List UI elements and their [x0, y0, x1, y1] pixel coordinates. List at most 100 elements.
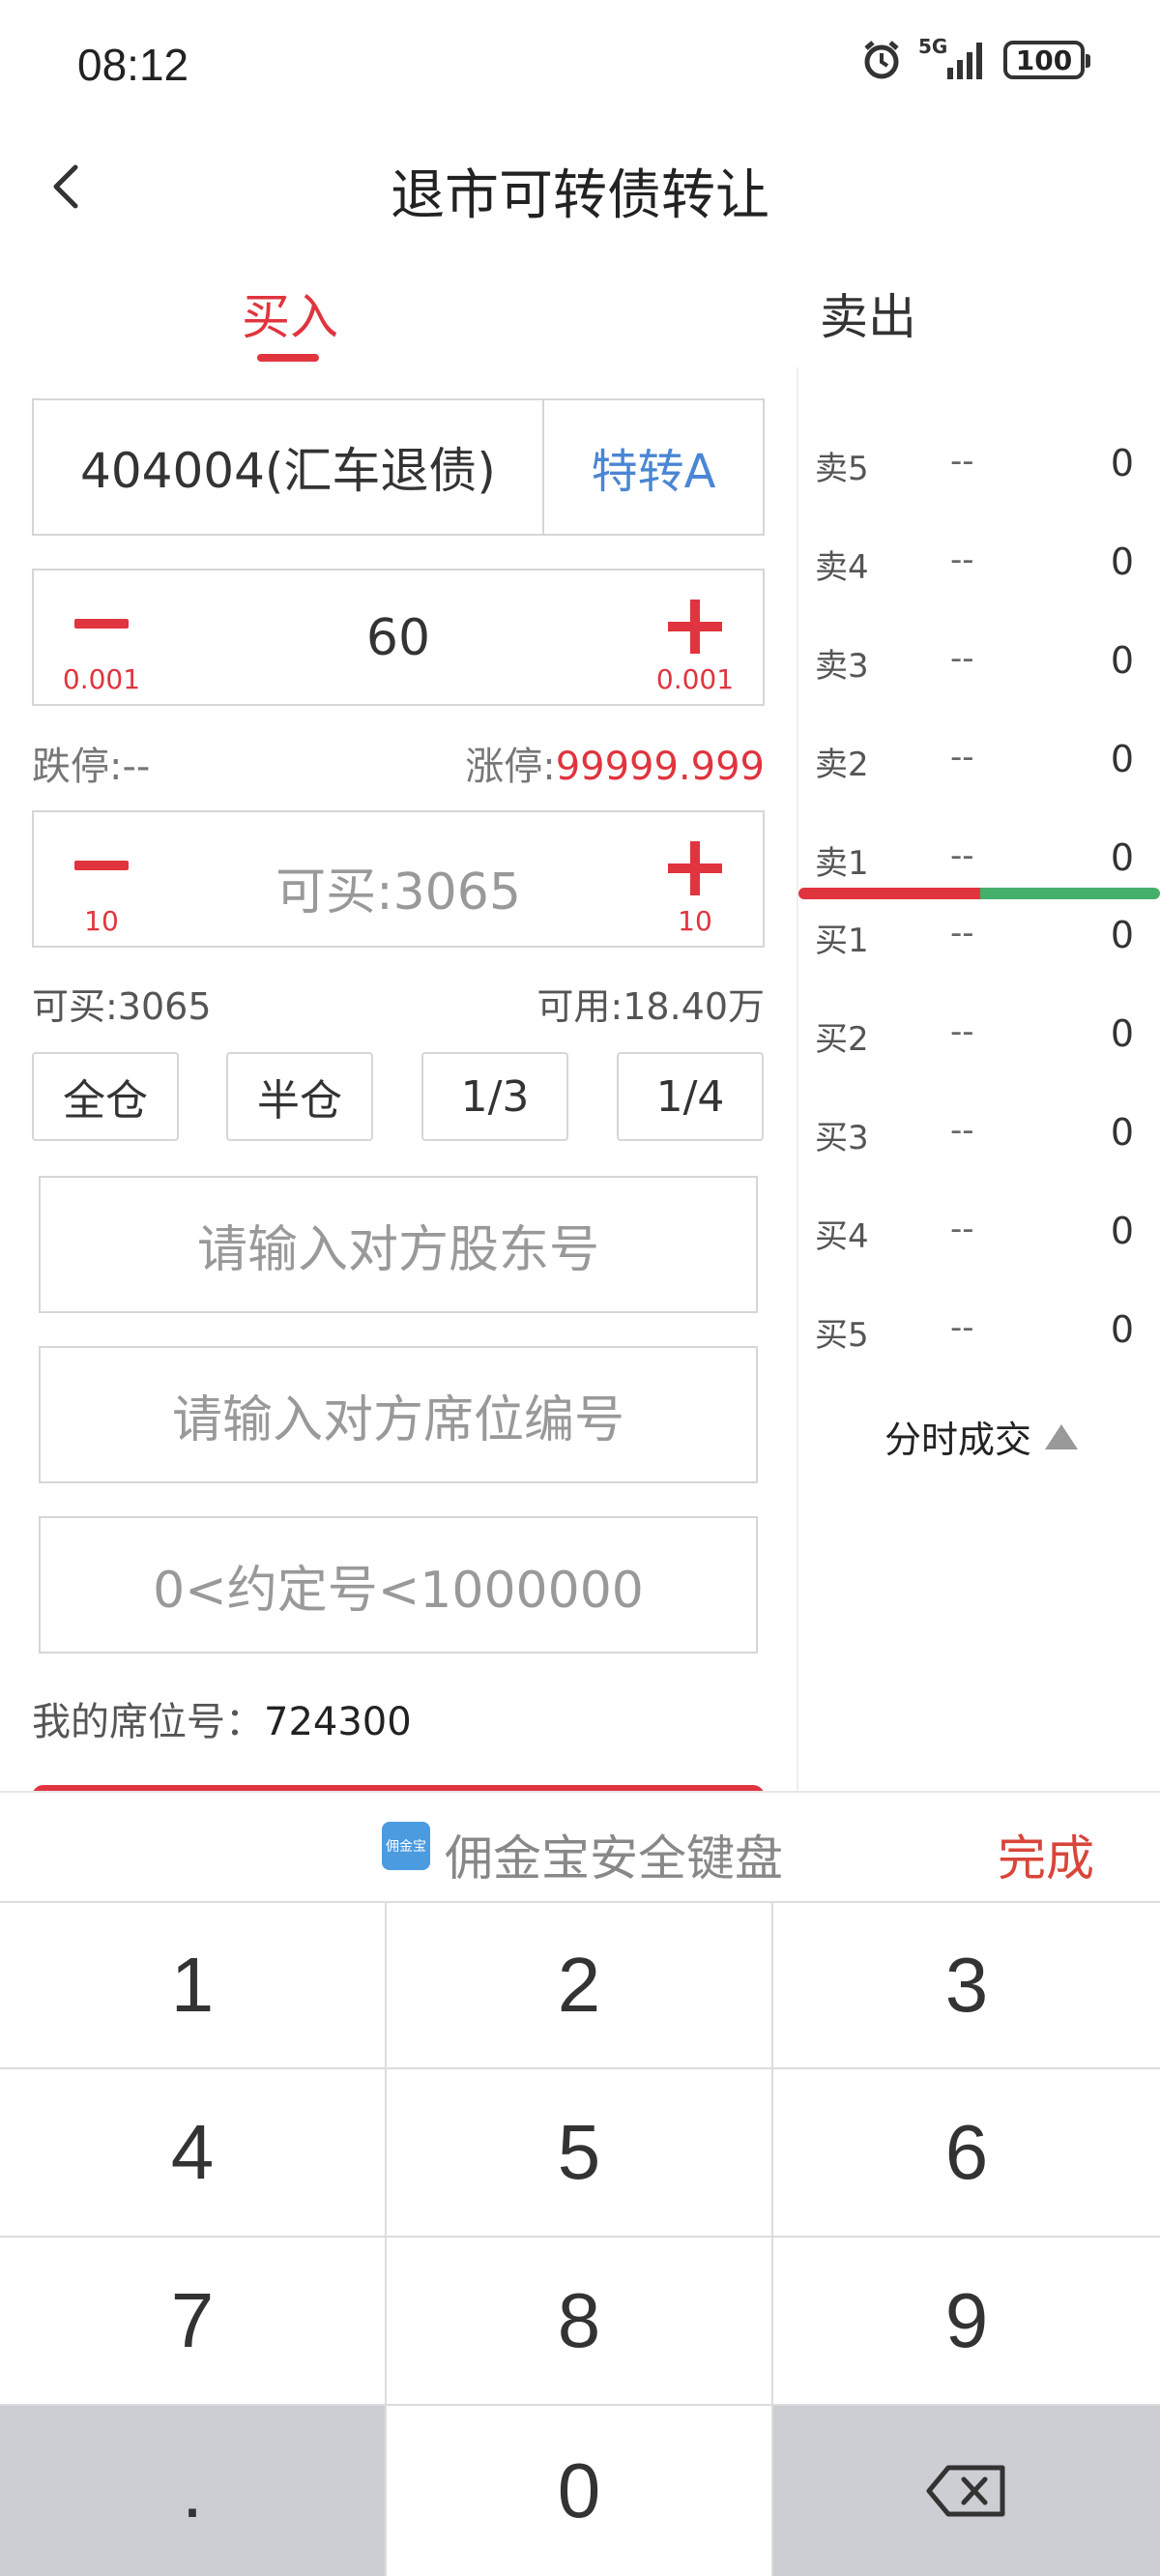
order-book-sell-ratio-bar [980, 888, 1160, 899]
order-book-price: -- [950, 738, 974, 776]
price-plus-step: 0.001 [655, 663, 735, 695]
keyboard-header: 佣金宝 佣金宝安全键盘 完成 [0, 1791, 1160, 1903]
key-2[interactable]: 2 [387, 1901, 773, 2069]
agreement-number-input[interactable]: 0<约定号<1000000 [39, 1516, 758, 1654]
tab-active-indicator [257, 354, 319, 362]
limit-up: 涨停:99999.999 [465, 735, 765, 791]
order-book-volume: 0 [1110, 442, 1134, 484]
status-time: 08:12 [77, 40, 189, 90]
limit-up-label: 涨停: [465, 745, 556, 789]
order-book-label: 买4 [815, 1217, 869, 1256]
key-5[interactable]: 5 [387, 2069, 773, 2238]
key-9[interactable]: 9 [773, 2238, 1160, 2406]
order-book-price: -- [950, 1012, 974, 1051]
key-6[interactable]: 6 [773, 2069, 1160, 2238]
order-book-sell-1: 卖1 -- 0 [815, 827, 1134, 885]
stock-type-button[interactable]: 特转A [544, 400, 763, 534]
key-8[interactable]: 8 [387, 2238, 773, 2406]
alarm-icon [864, 41, 899, 79]
order-book-volume: 0 [1110, 541, 1134, 583]
available-funds-text: 可用:18.40万 [536, 985, 765, 1028]
order-book-volume: 0 [1110, 914, 1134, 956]
order-book-label: 卖2 [815, 746, 869, 784]
order-book-buy-3: 买3 -- 0 [815, 1101, 1134, 1159]
price-stepper: 0.001 60 0.001 [32, 569, 765, 706]
order-book-price: -- [950, 442, 974, 481]
limit-down: 跌停:-- [32, 735, 150, 791]
panel-divider [797, 367, 798, 1794]
stock-name-input[interactable]: 404004(汇车退债) [34, 400, 544, 534]
order-book-volume: 0 [1110, 1308, 1134, 1351]
key-backspace[interactable] [773, 2406, 1160, 2576]
timeshare-label: 分时成交 [884, 1419, 1032, 1461]
order-book-label: 买5 [815, 1316, 869, 1355]
order-book-label: 买1 [815, 922, 869, 960]
order-book-price: -- [950, 639, 974, 678]
order-book-price: -- [950, 1308, 974, 1347]
order-book-volume: 0 [1110, 1210, 1134, 1252]
ratio-half-button[interactable]: 半仓 [226, 1052, 373, 1141]
price-minus-step: 0.001 [62, 663, 141, 695]
quantity-plus-button[interactable] [668, 841, 722, 895]
order-book-buy-5: 买5 -- 0 [815, 1299, 1134, 1357]
order-book-buy-1: 买1 -- 0 [815, 904, 1134, 962]
order-book-volume: 0 [1110, 836, 1134, 879]
order-book-label: 卖4 [815, 548, 869, 587]
order-book-volume: 0 [1110, 1012, 1134, 1055]
order-book-buy-4: 买4 -- 0 [815, 1200, 1134, 1258]
signal-indicator: 5G [918, 35, 988, 81]
key-3[interactable]: 3 [773, 1901, 1160, 2069]
limit-down-value: -- [122, 745, 151, 789]
order-book-label: 买3 [815, 1119, 869, 1157]
order-book-label: 卖1 [815, 844, 869, 883]
keyboard-done-button[interactable]: 完成 [998, 1820, 1094, 1889]
counterparty-holder-input[interactable]: 请输入对方股东号 [39, 1176, 758, 1313]
order-book-price: -- [950, 541, 974, 579]
stock-selector: 404004(汇车退债) 特转A [32, 398, 765, 536]
key-7[interactable]: 7 [0, 2238, 387, 2406]
order-book-sell-4: 卖4 -- 0 [815, 531, 1134, 589]
keyboard-logo-icon: 佣金宝 [382, 1822, 430, 1870]
price-input[interactable]: 60 [34, 609, 763, 667]
price-plus-button[interactable] [668, 600, 722, 654]
order-book-sell-3: 卖3 -- 0 [815, 629, 1134, 688]
battery-icon: 100 [1003, 41, 1090, 79]
key-4[interactable]: 4 [0, 2069, 387, 2238]
order-book-label: 买2 [815, 1020, 869, 1059]
key-decimal[interactable]: . [0, 2406, 387, 2576]
header: 退市可转债转让 [0, 140, 1160, 232]
backspace-icon [926, 2465, 1005, 2517]
order-book-volume: 0 [1110, 639, 1134, 682]
timeshare-trades-toggle[interactable]: 分时成交 [884, 1410, 1079, 1463]
tab-buy[interactable]: 买入 [242, 278, 338, 348]
my-seat-row: 我的席位号：724300 [32, 1690, 412, 1746]
ratio-third-button[interactable]: 1/3 [421, 1052, 568, 1141]
ratio-quarter-button[interactable]: 1/4 [617, 1052, 764, 1141]
numeric-keypad: 1 2 3 4 5 6 7 8 9 . 0 [0, 1901, 1160, 2576]
key-1[interactable]: 1 [0, 1901, 387, 2069]
order-book-buy-ratio-bar [798, 888, 980, 899]
quantity-plus-step: 10 [678, 905, 712, 937]
order-book-price: -- [950, 914, 974, 952]
signal-icon [947, 43, 982, 79]
triangle-up-icon [1045, 1423, 1079, 1449]
tab-sell[interactable]: 卖出 [820, 278, 916, 348]
counterparty-seat-input[interactable]: 请输入对方席位编号 [39, 1346, 758, 1483]
order-book-volume: 0 [1110, 1111, 1134, 1154]
status-bar: 08:12 5G 100 [0, 0, 1160, 140]
quantity-stepper: 10 可买:3065 10 [32, 810, 765, 948]
my-seat-label: 我的席位号： [32, 1700, 264, 1744]
order-book-volume: 0 [1110, 738, 1134, 780]
order-book-price: -- [950, 1111, 974, 1150]
keyboard-title: 佣金宝安全键盘 [445, 1830, 783, 1887]
order-book-price: -- [950, 836, 974, 875]
ratio-full-button[interactable]: 全仓 [32, 1052, 179, 1141]
status-icons: 5G 100 [860, 35, 1090, 81]
order-book-buy-2: 买2 -- 0 [815, 1003, 1134, 1061]
can-buy-text: 可买:3065 [32, 985, 212, 1028]
order-book-sell-5: 卖5 -- 0 [815, 432, 1134, 490]
limit-down-label: 跌停: [32, 745, 123, 789]
limit-up-value: 99999.999 [555, 745, 765, 789]
order-book-sell-2: 卖2 -- 0 [815, 728, 1134, 786]
key-0[interactable]: 0 [387, 2406, 773, 2576]
